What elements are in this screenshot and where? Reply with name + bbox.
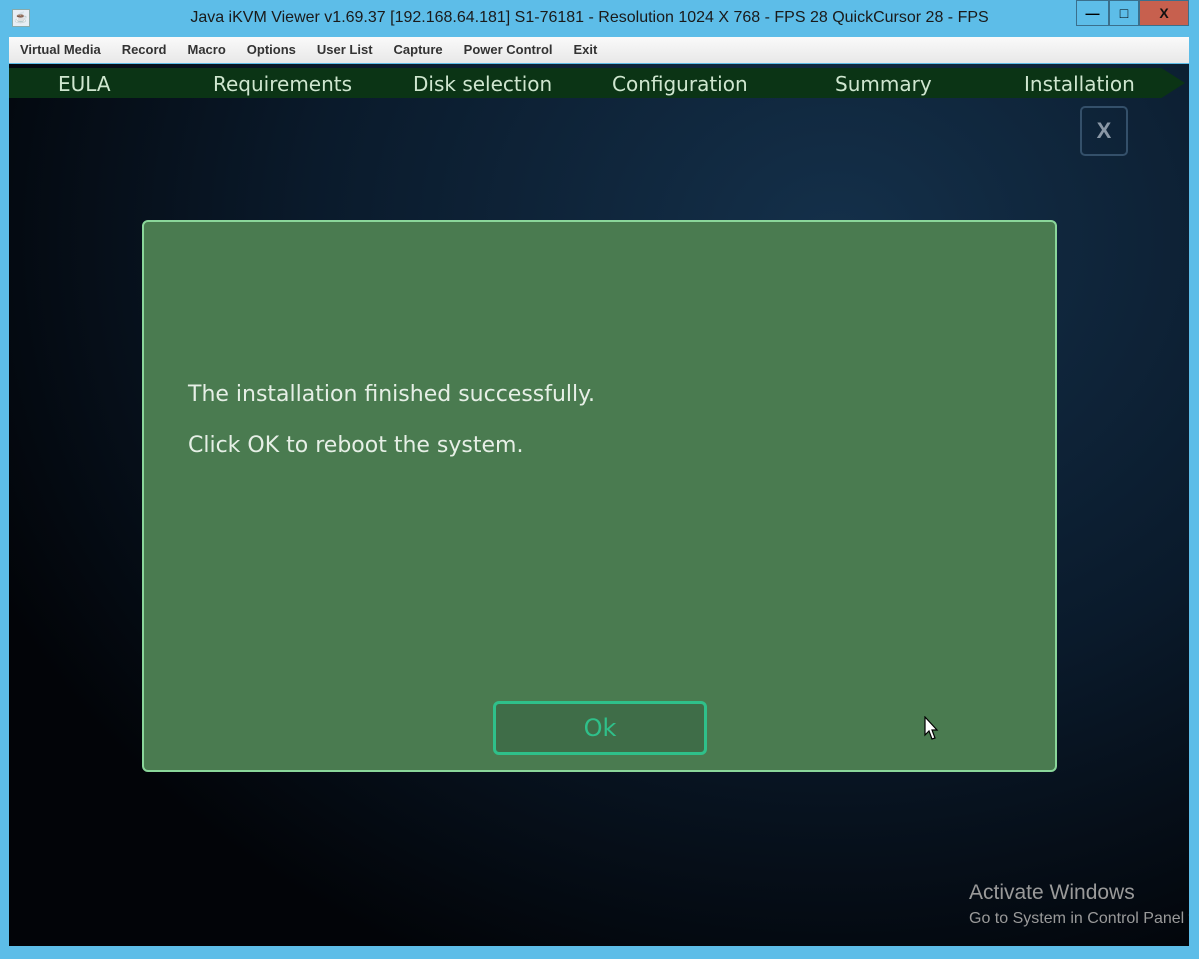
mouse-cursor-icon	[924, 716, 939, 740]
menu-capture[interactable]: Capture	[394, 37, 443, 63]
step-disk-selection: Disk selection	[413, 72, 553, 96]
menu-options[interactable]: Options	[247, 37, 296, 63]
step-configuration: Configuration	[612, 72, 748, 96]
close-installer-button[interactable]: X	[1080, 106, 1128, 156]
menu-power-control[interactable]: Power Control	[464, 37, 553, 63]
success-message: The installation finished successfully.	[188, 382, 596, 407]
installer-steps: EULA Requirements Disk selection Configu…	[9, 68, 1185, 98]
step-requirements: Requirements	[213, 72, 353, 96]
menu-macro[interactable]: Macro	[187, 37, 225, 63]
menu-record[interactable]: Record	[122, 37, 167, 63]
title-bar: ☕ Java iKVM Viewer v1.69.37 [192.168.64.…	[0, 0, 1199, 36]
activate-windows-title: Activate Windows	[969, 881, 1135, 904]
installation-complete-dialog: The installation finished successfully. …	[142, 220, 1057, 772]
step-installation: Installation	[1024, 72, 1135, 96]
menu-bar: Virtual Media Record Macro Options User …	[9, 37, 1189, 63]
menu-user-list[interactable]: User List	[317, 37, 373, 63]
ok-button[interactable]: Ok	[493, 701, 707, 755]
menu-exit[interactable]: Exit	[574, 37, 598, 63]
maximize-button[interactable]: □	[1109, 0, 1139, 26]
menu-virtual-media[interactable]: Virtual Media	[20, 37, 101, 63]
minimize-button[interactable]: —	[1076, 0, 1109, 26]
step-summary: Summary	[835, 72, 932, 96]
reboot-instruction: Click OK to reboot the system.	[188, 433, 524, 458]
remote-screen[interactable]: EULA Requirements Disk selection Configu…	[9, 64, 1189, 946]
step-eula: EULA	[58, 72, 111, 96]
close-window-button[interactable]: X	[1139, 0, 1189, 26]
window-title: Java iKVM Viewer v1.69.37 [192.168.64.18…	[190, 9, 989, 26]
activate-windows-subtitle: Go to System in Control Panel to activat…	[969, 910, 1189, 927]
